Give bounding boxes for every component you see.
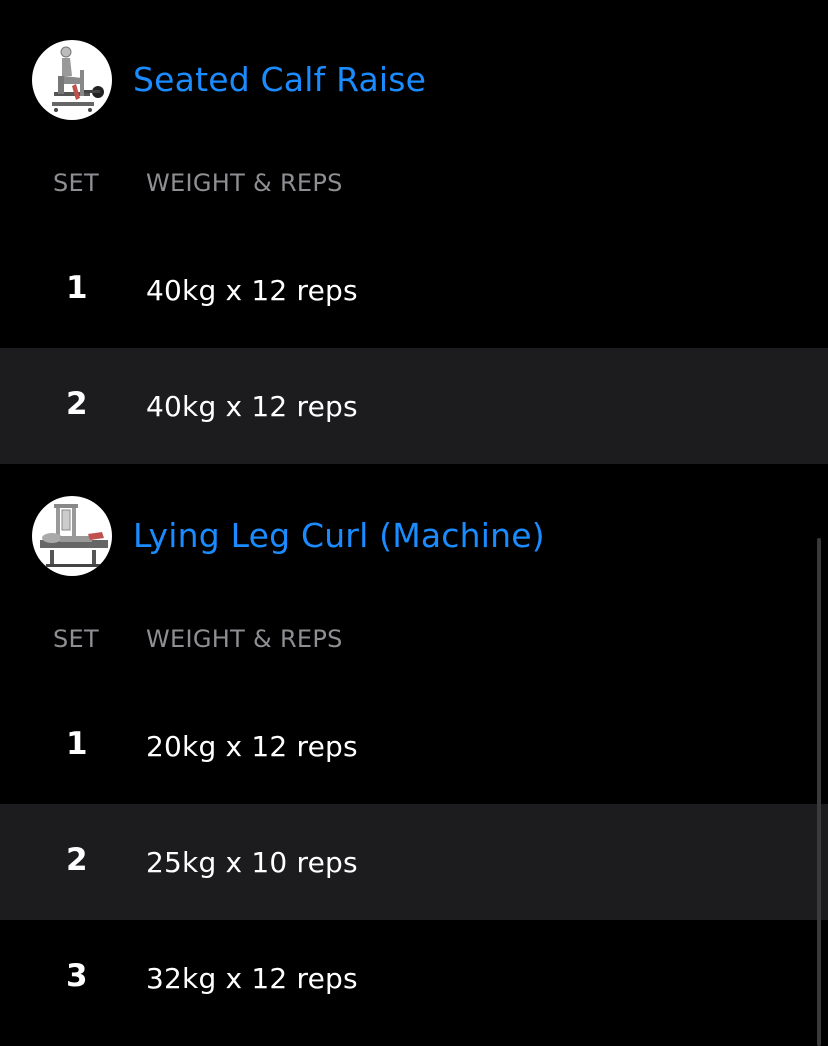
scrollbar[interactable] bbox=[817, 538, 821, 1046]
set-weight-reps: 40kg x 12 reps bbox=[146, 274, 358, 307]
exercise-title[interactable]: Lying Leg Curl (Machine) bbox=[133, 514, 545, 558]
exercise-header[interactable]: Lying Leg Curl (Machine) bbox=[0, 464, 828, 592]
column-headers: SET WEIGHT & REPS bbox=[0, 136, 828, 232]
set-row: 1 20kg x 12 reps bbox=[66, 726, 358, 763]
seated-calf-raise-thumbnail[interactable] bbox=[32, 40, 112, 120]
set-weight-reps: 32kg x 12 reps bbox=[146, 962, 358, 995]
exercise-card-lying-leg-curl: Lying Leg Curl (Machine) SET WEIGHT & RE… bbox=[0, 464, 828, 1036]
set-column-header: SET bbox=[53, 169, 99, 197]
lying-leg-curl-thumbnail[interactable] bbox=[32, 496, 112, 576]
set-weight-reps: 40kg x 12 reps bbox=[146, 390, 358, 423]
set-weight-reps: 25kg x 10 reps bbox=[146, 846, 358, 879]
set-row: 2 40kg x 12 reps bbox=[0, 348, 828, 464]
exercise-header[interactable]: Seated Calf Raise bbox=[0, 0, 828, 136]
exercise-card-seated-calf-raise: Seated Calf Raise SET WEIGHT & REPS 1 40… bbox=[0, 0, 828, 464]
set-row: 3 32kg x 12 reps bbox=[66, 958, 358, 995]
column-headers: SET WEIGHT & REPS bbox=[0, 592, 828, 688]
set-row: 2 25kg x 10 reps bbox=[0, 804, 828, 920]
weight-reps-column-header: WEIGHT & REPS bbox=[146, 169, 343, 197]
set-row: 1 40kg x 12 reps bbox=[66, 270, 358, 307]
exercise-title[interactable]: Seated Calf Raise bbox=[133, 58, 426, 102]
set-weight-reps: 20kg x 12 reps bbox=[146, 730, 358, 763]
weight-reps-column-header: WEIGHT & REPS bbox=[146, 625, 343, 653]
set-column-header: SET bbox=[53, 625, 99, 653]
